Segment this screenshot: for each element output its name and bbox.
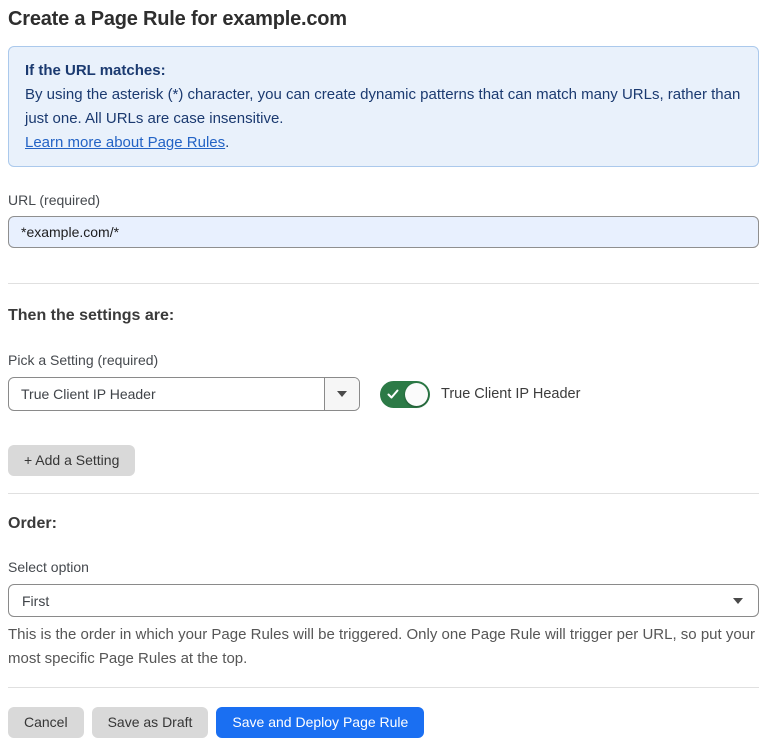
cancel-button[interactable]: Cancel xyxy=(8,707,84,738)
setting-dropdown[interactable]: True Client IP Header xyxy=(8,377,360,411)
footer-actions: Cancel Save as Draft Save and Deploy Pag… xyxy=(8,707,759,738)
setting-dropdown-arrow-button[interactable] xyxy=(324,378,359,410)
toggle-label: True Client IP Header xyxy=(441,386,580,402)
toggle-knob xyxy=(405,383,428,406)
section-divider xyxy=(8,493,759,494)
order-select-label: Select option xyxy=(8,558,759,576)
chevron-down-icon xyxy=(733,598,743,604)
save-as-draft-button[interactable]: Save as Draft xyxy=(92,707,209,738)
setting-row: True Client IP Header True Client IP Hea… xyxy=(8,377,759,411)
info-body-text: By using the asterisk (*) character, you… xyxy=(25,83,742,131)
add-setting-button[interactable]: + Add a Setting xyxy=(8,445,135,476)
footer-divider xyxy=(8,687,759,688)
settings-section-heading: Then the settings are: xyxy=(8,306,759,326)
setting-picker-label: Pick a Setting (required) xyxy=(8,351,759,369)
setting-dropdown-value: True Client IP Header xyxy=(9,378,324,410)
order-select-value: First xyxy=(22,593,49,609)
page-rule-form: Create a Page Rule for example.com If th… xyxy=(0,0,769,738)
order-select[interactable]: First xyxy=(8,584,759,617)
url-match-info-banner: If the URL matches: By using the asteris… xyxy=(8,46,759,167)
learn-more-link[interactable]: Learn more about Page Rules xyxy=(25,134,225,151)
info-link-line: Learn more about Page Rules. xyxy=(25,131,742,155)
true-client-ip-toggle[interactable] xyxy=(380,381,430,408)
page-title: Create a Page Rule for example.com xyxy=(8,6,759,32)
info-heading: If the URL matches: xyxy=(25,59,742,83)
url-input[interactable] xyxy=(8,216,759,248)
order-help-text: This is the order in which your Page Rul… xyxy=(8,623,759,671)
order-section-heading: Order: xyxy=(8,514,759,534)
section-divider xyxy=(8,283,759,284)
chevron-down-icon xyxy=(337,391,347,397)
url-field-label: URL (required) xyxy=(8,191,759,209)
link-period: . xyxy=(225,134,229,151)
checkmark-icon xyxy=(387,389,399,400)
save-and-deploy-button[interactable]: Save and Deploy Page Rule xyxy=(216,707,424,738)
